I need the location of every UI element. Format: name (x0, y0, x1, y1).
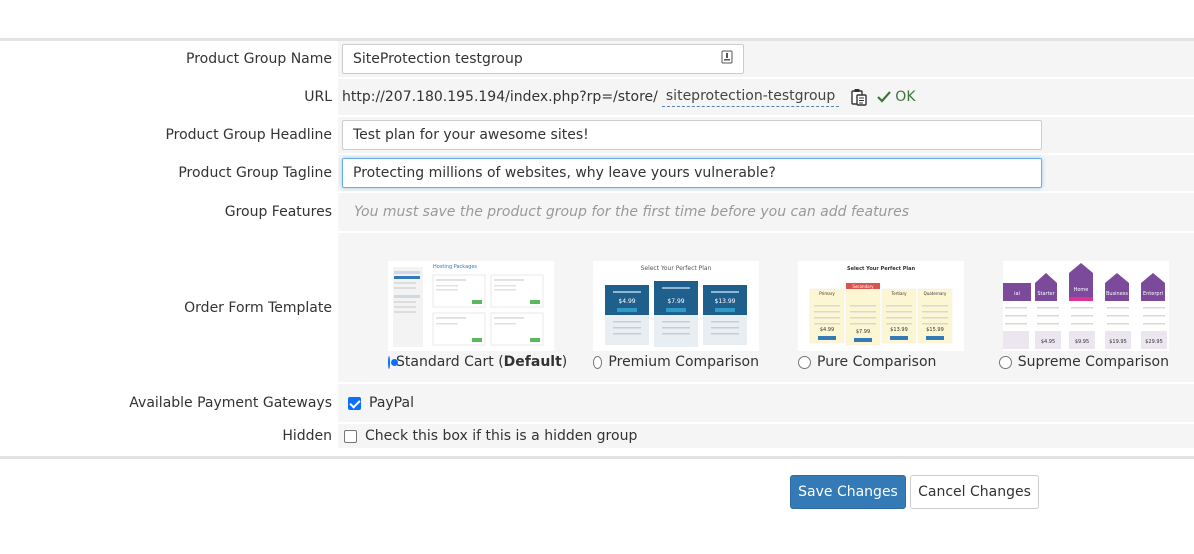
template-label: Order Form Template (184, 299, 332, 316)
template-pure-comparison[interactable]: Select Your Perfect Plan Primary Seconda… (798, 261, 964, 370)
premium-price-2: $7.99 (667, 298, 685, 305)
template-supreme-comparison[interactable]: ial Starter Home Business Enterpri $4.95… (999, 261, 1169, 370)
check-icon (877, 91, 892, 103)
supreme-col-2: Starter (1037, 291, 1055, 297)
supreme-comparison-name: Supreme Comparison (1017, 354, 1169, 370)
row-hidden: Hidden Check this box if this is a hidde… (0, 424, 1194, 450)
supreme-comparison-radio[interactable] (999, 355, 1012, 369)
headline-input[interactable]: Test plan for your awesome sites! (342, 120, 1042, 150)
premium-price-3: $13.99 (714, 298, 736, 305)
url-label: URL (304, 89, 332, 105)
tagline-label: Product Group Tagline (178, 165, 332, 181)
standard-cart-radio[interactable] (388, 355, 398, 369)
cancel-changes-button[interactable]: Cancel Changes (910, 475, 1039, 509)
premium-price-1: $4.99 (618, 298, 636, 305)
premium-thumb-heading: Select Your Perfect Plan (640, 265, 712, 272)
features-label: Group Features (224, 204, 332, 220)
features-hint: You must save the product group for the … (354, 204, 910, 220)
copy-clipboard-icon[interactable] (851, 88, 867, 106)
template-premium-comparison[interactable]: Select Your Perfect Plan $4.99 $7.99 $13… (593, 261, 759, 370)
pure-price-3: $13.99 (890, 327, 908, 333)
premium-comparison-radio[interactable] (593, 355, 603, 369)
supreme-price-1: $4.95 (1040, 339, 1056, 345)
template-standard-cart[interactable]: Hosting Packages Standard Cart (Default… (388, 261, 567, 370)
group-name-label: Product Group Name (186, 51, 332, 67)
pure-price-1: $4.99 (819, 327, 835, 333)
supreme-col-5: Enterpri (1142, 291, 1164, 297)
pure-price-2: $7.99 (855, 329, 871, 335)
pure-col-2: Secondary (852, 284, 874, 289)
tagline-input[interactable]: Protecting millions of websites, why lea… (342, 158, 1042, 188)
save-changes-button[interactable]: Save Changes (790, 475, 906, 509)
supreme-price-3: $19.95 (1109, 339, 1127, 345)
url-base: http://207.180.195.194/index.php?rp=/sto… (342, 89, 658, 105)
headline-label: Product Group Headline (165, 127, 332, 143)
supreme-price-4: $29.95 (1145, 339, 1163, 345)
url-slug-editable[interactable]: siteprotection-testgroup (661, 88, 840, 107)
hidden-label: Hidden (282, 428, 332, 444)
group-name-input[interactable]: SiteProtection testgroup (342, 44, 744, 74)
supreme-col-3: Home (1073, 287, 1089, 293)
url-ok-text: OK (895, 89, 916, 105)
field-autofill-icon[interactable] (721, 50, 733, 68)
standard-cart-default: Default (503, 354, 562, 370)
pure-col-4: Quaternary (923, 291, 947, 296)
hidden-checkbox[interactable] (344, 429, 357, 443)
premium-comparison-name: Premium Comparison (608, 354, 759, 370)
paypal-checkbox[interactable] (348, 396, 361, 410)
supreme-comparison-option[interactable]: Supreme Comparison (999, 354, 1169, 370)
pure-comparison-option[interactable]: Pure Comparison (798, 354, 964, 370)
pure-price-4: $15.99 (926, 327, 944, 333)
row-headline: Product Group Headline Test plan for you… (0, 117, 1194, 155)
supreme-col-1: ial (1014, 291, 1020, 297)
standard-cart-thumbnail[interactable]: Hosting Packages (388, 261, 554, 351)
premium-comparison-option[interactable]: Premium Comparison (593, 354, 759, 370)
row-url: URL http://207.180.195.194/index.php?rp=… (0, 79, 1194, 117)
row-tagline: Product Group Tagline Protecting million… (0, 155, 1194, 193)
headline-value: Test plan for your awesome sites! (353, 127, 589, 143)
row-group-name: Product Group Name SiteProtection testgr… (0, 41, 1194, 79)
url-status: OK (877, 89, 916, 105)
hidden-checkbox-text[interactable]: Check this box if this is a hidden group (365, 428, 637, 444)
standard-cart-name: Standard Cart (396, 354, 494, 370)
supreme-col-4: Business (1105, 291, 1129, 297)
pure-col-3: Tertiary (891, 291, 907, 296)
paypal-label[interactable]: PayPal (369, 395, 414, 411)
pure-comparison-radio[interactable] (798, 355, 811, 369)
premium-comparison-thumbnail[interactable]: Select Your Perfect Plan $4.99 $7.99 $13… (593, 261, 759, 351)
pure-comparison-name: Pure Comparison (817, 354, 937, 370)
supreme-comparison-thumbnail[interactable]: ial Starter Home Business Enterpri $4.95… (1003, 261, 1169, 351)
standard-cart-option[interactable]: Standard Cart (Default) (388, 354, 567, 370)
group-name-value: SiteProtection testgroup (353, 51, 523, 67)
row-payment-gateways: Available Payment Gateways PayPal (0, 384, 1194, 424)
bottom-divider (0, 456, 1194, 459)
pure-comparison-thumbnail[interactable]: Select Your Perfect Plan Primary Seconda… (798, 261, 964, 351)
row-template: Order Form Template Hosting Packages Sta… (0, 233, 1194, 384)
row-features: Group Features You must save the product… (0, 193, 1194, 233)
payment-gateways-label: Available Payment Gateways (129, 395, 332, 411)
pure-col-1: Primary (819, 291, 835, 296)
pure-thumb-heading: Select Your Perfect Plan (846, 266, 916, 272)
tagline-value: Protecting millions of websites, why lea… (353, 165, 776, 181)
product-group-form: Product Group Name SiteProtection testgr… (0, 41, 1194, 450)
supreme-price-2: $9.95 (1074, 339, 1090, 345)
